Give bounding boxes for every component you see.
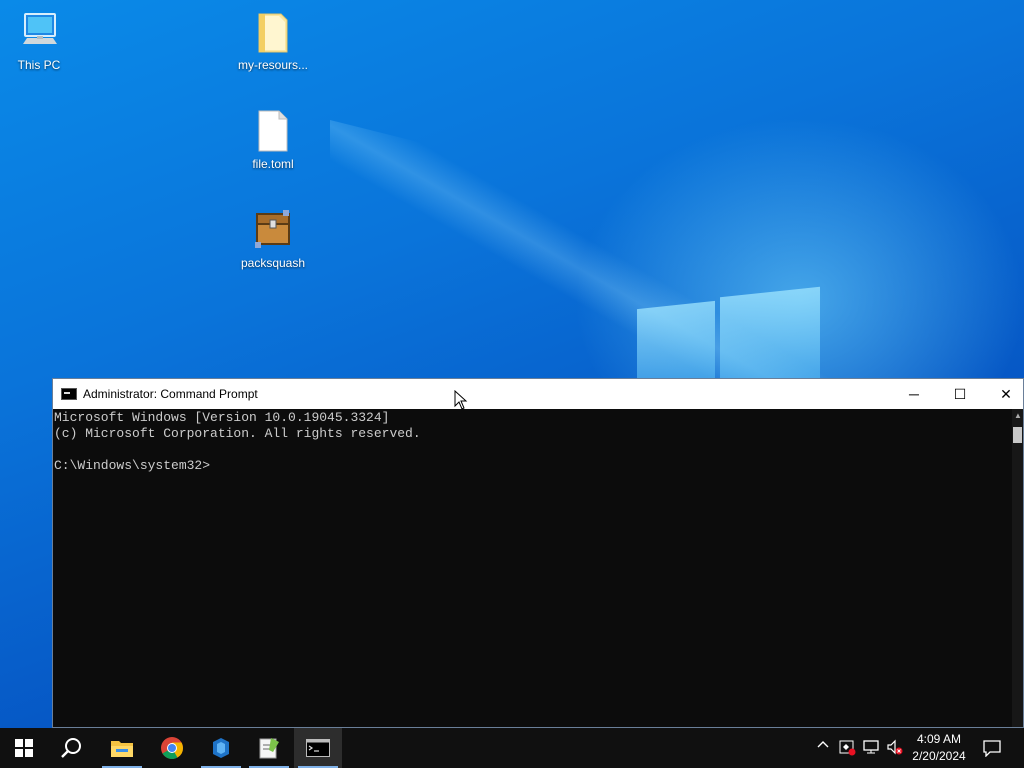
taskbar-file-explorer[interactable] <box>98 728 146 768</box>
maximize-button[interactable]: ☐ <box>937 379 983 409</box>
scrollbar-thumb[interactable] <box>1013 427 1022 443</box>
taskbar-app[interactable] <box>197 728 245 768</box>
console-output[interactable]: Microsoft Windows [Version 10.0.19045.33… <box>53 409 1012 727</box>
folder-icon <box>251 10 295 54</box>
desktop-icon-label: file.toml <box>252 157 294 171</box>
console-line: Microsoft Windows [Version 10.0.19045.33… <box>54 410 390 425</box>
notepad-plus-icon <box>259 738 279 759</box>
window-titlebar[interactable]: Administrator: Command Prompt ─ ☐ ✕ <box>53 379 1023 409</box>
search-icon <box>61 738 81 758</box>
chevron-up-icon[interactable] <box>816 738 830 755</box>
app-icon <box>213 738 229 758</box>
mouse-cursor-icon <box>454 390 468 410</box>
chrome-icon <box>161 737 183 759</box>
taskbar-chrome[interactable] <box>148 728 196 768</box>
desktop-icon-this-pc[interactable]: This PC <box>0 10 79 72</box>
taskbar-clock[interactable]: 4:09 AM 2/20/2024 <box>908 731 970 765</box>
console-line: (c) Microsoft Corporation. All rights re… <box>54 426 421 441</box>
command-prompt-icon <box>61 388 77 400</box>
desktop-icon-my-resources[interactable]: my-resours... <box>233 10 313 72</box>
command-prompt-icon <box>306 739 330 757</box>
desktop-icon-file-toml[interactable]: file.toml <box>233 109 313 171</box>
notification-center-icon[interactable] <box>983 739 1001 760</box>
wallpaper-logo-pane <box>637 300 715 390</box>
taskbar-command-prompt[interactable] <box>294 728 342 768</box>
desktop-icon-label: This PC <box>17 58 61 72</box>
document-icon <box>251 109 295 153</box>
desktop-icon-label: packsquash <box>240 256 306 270</box>
command-prompt-window[interactable]: Administrator: Command Prompt ─ ☐ ✕ Micr… <box>52 378 1024 728</box>
scroll-up-icon[interactable]: ▲ <box>1014 411 1022 420</box>
start-button[interactable] <box>0 728 48 768</box>
window-title: Administrator: Command Prompt <box>83 387 258 401</box>
search-button[interactable] <box>48 728 96 768</box>
chest-icon <box>251 208 295 252</box>
wallpaper-logo-pane <box>720 286 820 390</box>
network-icon[interactable] <box>862 738 880 759</box>
start-icon <box>15 739 33 757</box>
taskbar-notepad-plus[interactable] <box>245 728 293 768</box>
clock-date: 2/20/2024 <box>912 749 966 763</box>
file-explorer-icon <box>111 741 133 757</box>
security-tray-icon[interactable] <box>838 738 856 759</box>
desktop-icon-packsquash[interactable]: packsquash <box>233 208 313 270</box>
computer-icon <box>17 10 61 54</box>
close-button[interactable]: ✕ <box>983 379 1024 409</box>
clock-time: 4:09 AM <box>916 732 962 746</box>
vertical-scrollbar[interactable]: ▲ <box>1012 409 1023 727</box>
desktop-icon-label: my-resours... <box>237 58 308 72</box>
taskbar: 4:09 AM 2/20/2024 <box>0 728 1024 768</box>
minimize-button[interactable]: ─ <box>891 379 937 409</box>
console-prompt: C:\Windows\system32> <box>54 458 211 473</box>
volume-muted-icon[interactable] <box>886 738 904 759</box>
